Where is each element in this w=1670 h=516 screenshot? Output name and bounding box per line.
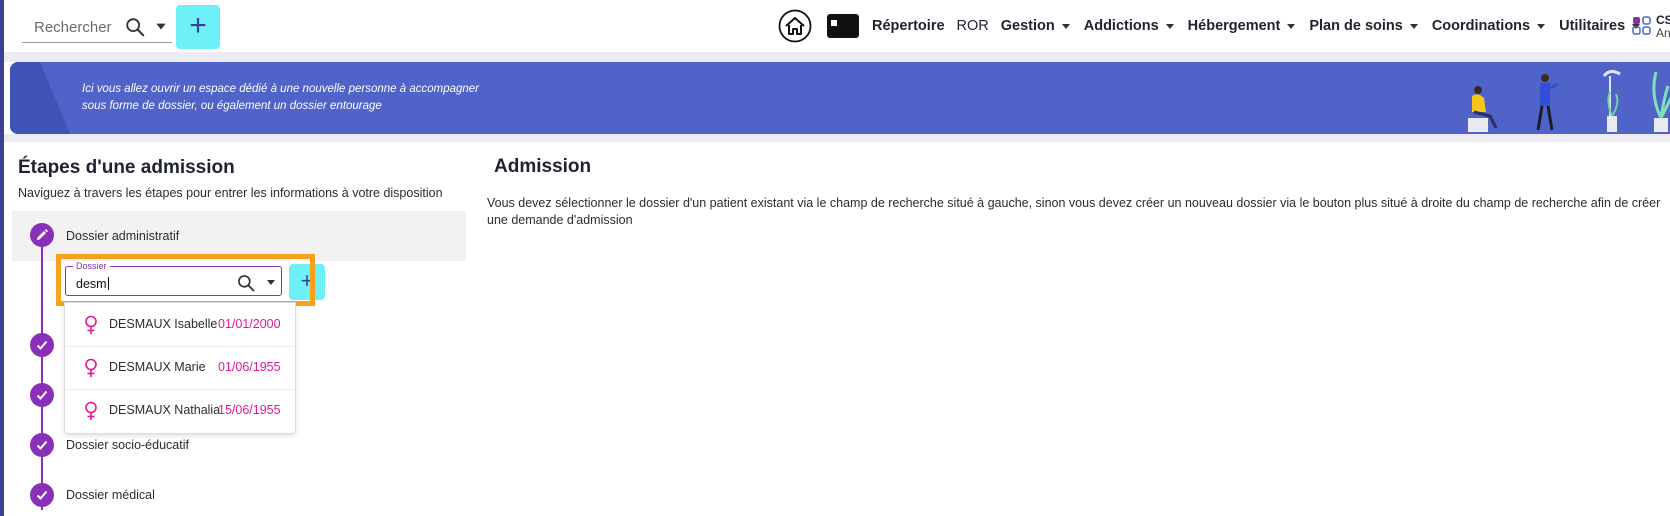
nav-hebergement[interactable]: Hébergement bbox=[1188, 18, 1298, 34]
main-nav: Répertoire ROR Gestion Addictions Héberg… bbox=[872, 0, 1654, 52]
global-search-placeholder: Rechercher bbox=[34, 19, 112, 36]
nav-coordinations[interactable]: Coordinations bbox=[1432, 18, 1547, 34]
female-icon bbox=[85, 401, 97, 420]
left-edge-bar bbox=[0, 0, 4, 516]
female-icon bbox=[85, 358, 97, 377]
step-dot-done[interactable] bbox=[30, 483, 54, 507]
nav-utilitaires[interactable]: Utilitaires bbox=[1559, 18, 1642, 34]
page-title: Admission bbox=[494, 156, 592, 177]
check-icon bbox=[36, 440, 48, 450]
dossier-results-dropdown: DESMAUX Isabelle 01/01/2000 DESMAUX Mari… bbox=[64, 302, 296, 434]
admission-instructions: Vous devez sélectionner le dossier d'un … bbox=[487, 196, 1661, 227]
highlight-frame bbox=[56, 254, 315, 306]
top-bar: Rechercher + Répertoire ROR Gestion Addi… bbox=[4, 0, 1670, 52]
result-item[interactable]: DESMAUX Marie 01/06/1955 bbox=[65, 346, 295, 390]
female-icon bbox=[85, 315, 97, 334]
banner-text: Ici vous allez ouvrir un espace dédié à … bbox=[82, 83, 480, 112]
step-dot-done[interactable] bbox=[30, 433, 54, 457]
result-name: DESMAUX Isabelle bbox=[109, 317, 218, 331]
result-name: DESMAUX Nathalia bbox=[109, 403, 221, 417]
search-icon[interactable] bbox=[124, 16, 146, 38]
chevron-down-icon bbox=[1165, 24, 1174, 29]
check-icon bbox=[36, 490, 48, 500]
chevron-down-icon bbox=[1287, 24, 1296, 29]
steps-timeline bbox=[41, 235, 43, 510]
step-dot-done[interactable] bbox=[30, 383, 54, 407]
result-date: 15/06/1955 bbox=[218, 403, 281, 417]
plus-icon: + bbox=[189, 9, 207, 42]
step-label-medical[interactable]: Dossier médical bbox=[66, 488, 155, 502]
nav-gestion[interactable]: Gestion bbox=[1001, 18, 1072, 34]
banner-separator bbox=[4, 134, 1670, 142]
step-label-socio-educatif[interactable]: Dossier socio-éducatif bbox=[66, 438, 189, 452]
check-icon bbox=[36, 390, 48, 400]
result-item[interactable]: DESMAUX Isabelle 01/01/2000 bbox=[65, 303, 295, 347]
add-button[interactable]: + bbox=[176, 5, 220, 49]
step-dot-done[interactable] bbox=[30, 333, 54, 357]
chevron-down-icon bbox=[1537, 24, 1546, 29]
chevron-down-icon bbox=[1409, 24, 1418, 29]
chevron-down-icon bbox=[1061, 24, 1070, 29]
result-date: 01/01/2000 bbox=[218, 317, 281, 331]
check-icon bbox=[36, 340, 48, 350]
header-separator bbox=[4, 52, 1670, 62]
pencil-icon bbox=[37, 229, 48, 240]
card-icon[interactable] bbox=[826, 13, 860, 39]
global-search-input[interactable]: Rechercher bbox=[22, 12, 172, 43]
step-dot-edit[interactable] bbox=[30, 223, 54, 247]
banner-illustration bbox=[1468, 69, 1670, 132]
home-icon[interactable] bbox=[778, 9, 812, 43]
result-date: 01/06/1955 bbox=[218, 360, 281, 374]
step-label-administratif[interactable]: Dossier administratif bbox=[66, 229, 179, 243]
nav-addictions[interactable]: Addictions bbox=[1084, 18, 1176, 34]
nav-plan-de-soins[interactable]: Plan de soins bbox=[1309, 18, 1419, 34]
user-name[interactable]: CS bbox=[1656, 13, 1670, 27]
user-subtitle: An bbox=[1656, 26, 1670, 40]
result-item[interactable]: DESMAUX Nathalia 15/06/1955 bbox=[65, 389, 295, 432]
steps-subtitle: Naviguez à travers les étapes pour entre… bbox=[18, 186, 443, 200]
apps-icon[interactable] bbox=[1632, 16, 1652, 36]
banner-decoration bbox=[10, 62, 70, 134]
chevron-down-icon[interactable] bbox=[154, 19, 168, 33]
steps-title: Étapes d'une admission bbox=[18, 157, 235, 178]
info-banner: Ici vous allez ouvrir un espace dédié à … bbox=[10, 62, 1670, 134]
nav-ror[interactable]: ROR bbox=[957, 18, 989, 34]
nav-repertoire[interactable]: Répertoire bbox=[872, 18, 945, 34]
result-name: DESMAUX Marie bbox=[109, 360, 206, 374]
